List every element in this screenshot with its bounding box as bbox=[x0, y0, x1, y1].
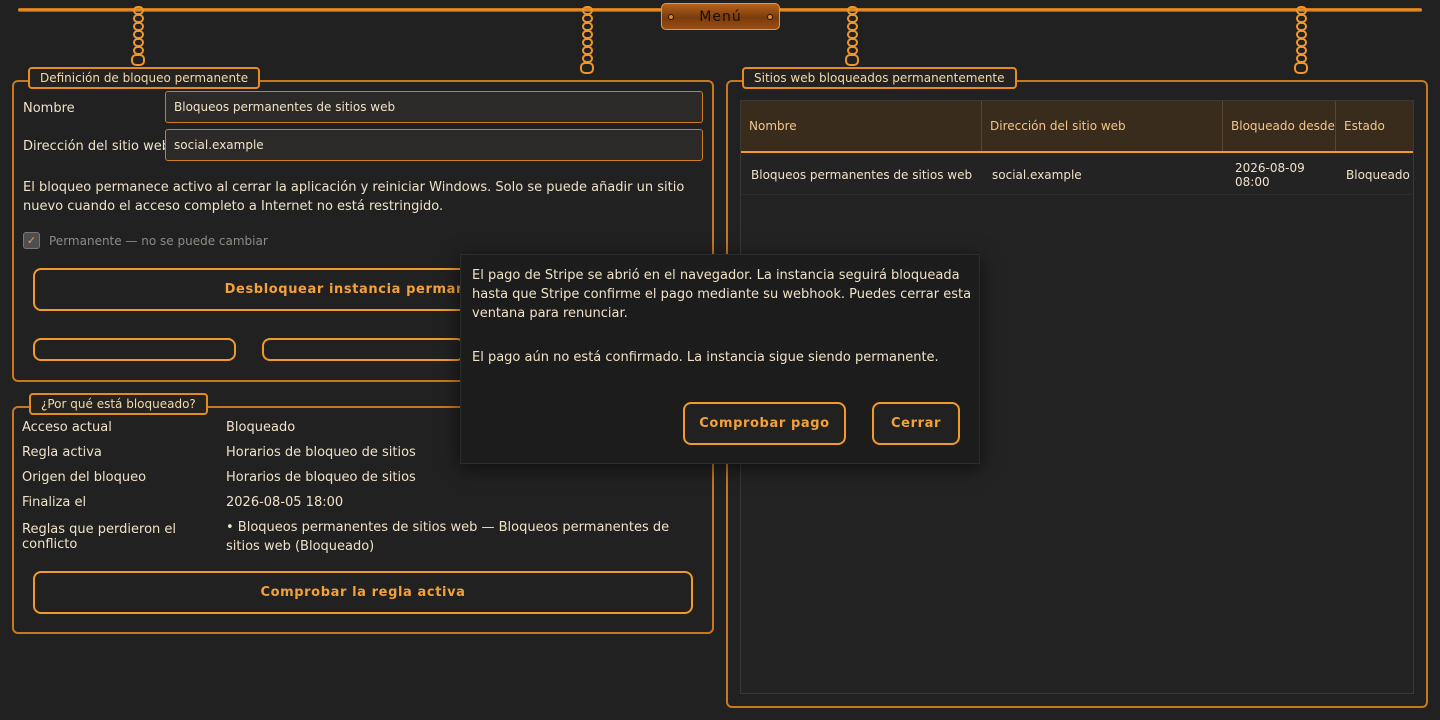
rivet-icon bbox=[767, 14, 773, 20]
why-key: Reglas que perdieron el conflicto bbox=[22, 522, 177, 552]
cell-blocked-since: 2026-08-09 08:00 bbox=[1235, 160, 1305, 189]
why-row: Finaliza el 2026-08-05 18:00 bbox=[22, 493, 700, 512]
blocked-sites-legend: Sitios web bloqueados permanentemente bbox=[742, 67, 1017, 89]
rivet-icon bbox=[668, 14, 674, 20]
permanent-label: Permanente — no se puede cambiar bbox=[49, 234, 268, 248]
why-value: 2026-08-05 18:00 bbox=[226, 495, 344, 510]
why-key: Acceso actual bbox=[22, 420, 112, 435]
column-header-name[interactable]: Nombre bbox=[741, 101, 982, 151]
dialog-message: El pago de Stripe se abrió en el navegad… bbox=[472, 268, 972, 321]
permanent-checkbox: ✓ bbox=[23, 232, 40, 249]
chain-decoration bbox=[845, 6, 859, 66]
close-button[interactable]: Cerrar bbox=[872, 402, 960, 445]
check-payment-button[interactable]: Comprobar pago bbox=[683, 402, 846, 445]
menu-button[interactable]: Menú bbox=[661, 3, 780, 30]
chain-decoration bbox=[1294, 6, 1308, 74]
definition-legend: Definición de bloqueo permanente bbox=[28, 67, 261, 89]
why-key: Origen del bloqueo bbox=[22, 470, 147, 485]
secondary-button[interactable] bbox=[33, 338, 236, 361]
column-header-url[interactable]: Dirección del sitio web bbox=[982, 101, 1223, 151]
chain-decoration bbox=[131, 6, 145, 66]
table-row[interactable]: Bloqueos permanentes de sitios web socia… bbox=[741, 155, 1413, 195]
why-value: Horarios de bloqueo de sitios bbox=[226, 470, 416, 485]
why-key: Finaliza el bbox=[22, 495, 87, 510]
secondary-button[interactable] bbox=[262, 338, 465, 361]
why-key: Regla activa bbox=[22, 445, 102, 460]
name-field[interactable]: Bloqueos permanentes de sitios web bbox=[165, 91, 703, 123]
cell-name: Bloqueos permanentes de sitios web bbox=[751, 167, 973, 182]
check-icon: ✓ bbox=[26, 234, 37, 247]
menu-label: Menú bbox=[699, 8, 742, 25]
payment-dialog: El pago de Stripe se abrió en el navegad… bbox=[460, 254, 980, 464]
cell-url: social.example bbox=[992, 167, 1082, 182]
why-row: Origen del bloqueo Horarios de bloqueo d… bbox=[22, 468, 700, 487]
name-label: Nombre bbox=[23, 100, 75, 116]
url-field[interactable]: social.example bbox=[165, 129, 703, 161]
url-label: Dirección del sitio web bbox=[23, 138, 170, 154]
why-row: Reglas que perdieron el conflicto • Bloq… bbox=[22, 518, 700, 556]
cell-status: Bloqueado bbox=[1346, 167, 1410, 182]
why-legend: ¿Por qué está bloqueado? bbox=[29, 393, 208, 415]
definition-info: El bloqueo permanece activo al cerrar la… bbox=[23, 180, 685, 214]
why-value: • Bloqueos permanentes de sitios web — B… bbox=[226, 520, 670, 554]
chain-decoration bbox=[580, 6, 594, 74]
check-active-rule-button[interactable]: Comprobar la regla activa bbox=[33, 571, 693, 614]
dialog-status: El pago aún no está confirmado. La insta… bbox=[472, 350, 939, 365]
column-header-blocked-since[interactable]: Bloqueado desde bbox=[1223, 101, 1336, 151]
table-header: Nombre Dirección del sitio web Bloqueado… bbox=[741, 101, 1413, 153]
column-header-status[interactable]: Estado bbox=[1336, 101, 1413, 151]
